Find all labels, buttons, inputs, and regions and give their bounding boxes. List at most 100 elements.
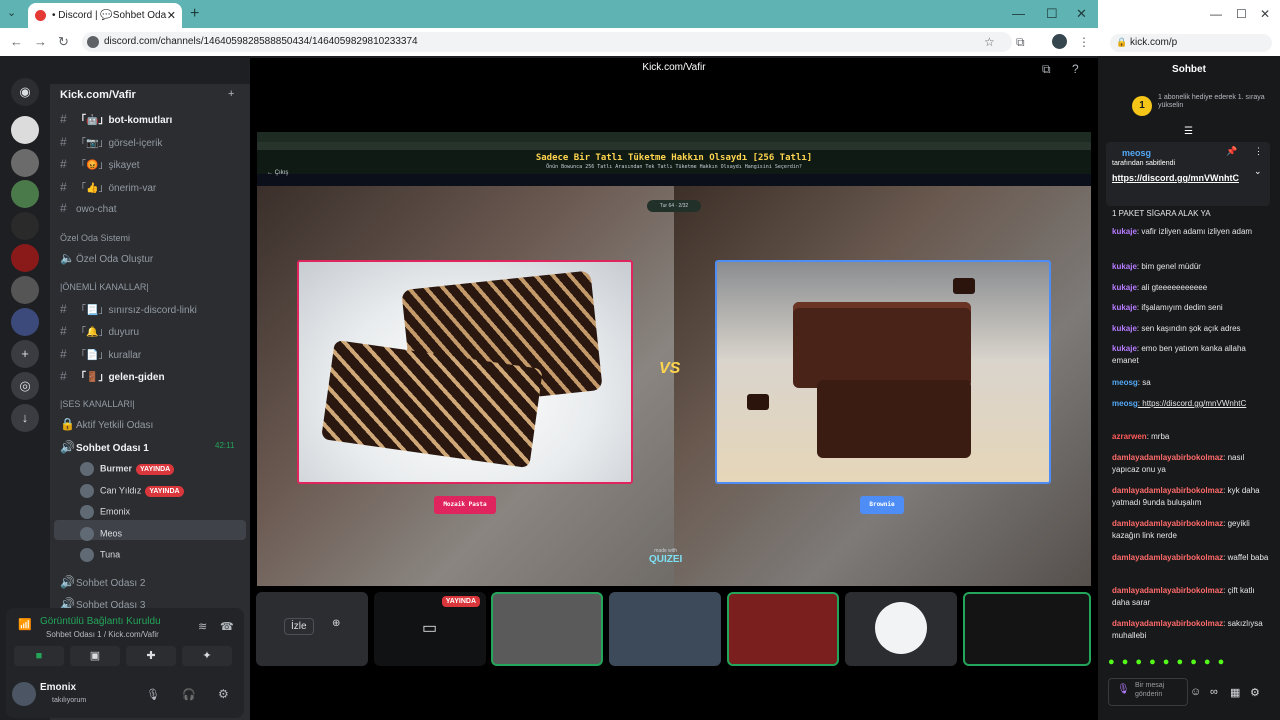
channel-create-room[interactable]: 🔈Özel Oda Oluştur: [60, 251, 153, 265]
pin-icon[interactable]: 📌: [1226, 146, 1237, 157]
channel-discord-linki[interactable]: # 「📃」sınırsız-discord-linki: [60, 301, 197, 316]
camera-tile[interactable]: [727, 592, 839, 666]
microphone-icon[interactable]: 🎙: [1117, 685, 1130, 695]
server-icon[interactable]: [11, 212, 39, 240]
disconnect-icon[interactable]: ☎: [220, 620, 234, 633]
watch-button[interactable]: İzle: [284, 618, 314, 635]
view-toggle-icon[interactable]: ⊕: [332, 618, 340, 629]
voice-user[interactable]: Meos: [80, 527, 122, 541]
reload-icon[interactable]: ↻: [58, 34, 69, 50]
server-icon[interactable]: [11, 116, 39, 144]
link-icon[interactable]: ∞: [1210, 686, 1218, 698]
maximize-icon[interactable]: ☐: [1046, 6, 1058, 22]
channel-gorsel-icerik[interactable]: # 「📷」görsel-içerik: [60, 134, 162, 149]
discord-favicon-icon: [35, 10, 46, 21]
emote-bar[interactable]: ● ● ● ● ● ● ● ● ●: [1108, 656, 1226, 668]
noise-suppression-icon[interactable]: ≋: [198, 620, 207, 633]
connection-channel[interactable]: Sohbet Odası 1 / Kick.com/Vafir: [46, 630, 159, 639]
camera-tile[interactable]: [609, 592, 721, 666]
channel-kurallar[interactable]: # 「📄」kurallar: [60, 346, 141, 361]
browser-menu-icon[interactable]: ⋮: [1078, 35, 1090, 49]
popout-icon[interactable]: ⧉: [1042, 62, 1051, 77]
minimize-icon[interactable]: —: [1210, 7, 1222, 21]
emoji-icon[interactable]: ☺: [1190, 686, 1201, 698]
gift-prompt[interactable]: 1 abonelik hediye ederek 1. sıraya yükse…: [1158, 94, 1268, 110]
close-window-icon[interactable]: ✕: [1076, 6, 1087, 22]
url-field[interactable]: discord.com/channels/1464059828588850434…: [82, 32, 1012, 52]
bookmark-star-icon[interactable]: ☆: [984, 35, 995, 49]
voice-channel-locked[interactable]: 🔒Aktif Yetkili Odası: [60, 417, 153, 431]
maximize-icon[interactable]: ☐: [1236, 7, 1247, 21]
quiz-back[interactable]: ← Çıkış: [267, 170, 288, 176]
text-channel-icon: #: [60, 135, 67, 149]
chat-input[interactable]: 🎙 Bir mesaj gönderin: [1108, 678, 1188, 706]
help-icon[interactable]: ?: [1072, 62, 1079, 76]
left-choice-label[interactable]: Mozaik Pasta: [434, 496, 496, 514]
channel-duyuru[interactable]: # 「🔔」duyuru: [60, 323, 139, 338]
voice-channel-2[interactable]: 🔊Sohbet Odası 2: [60, 575, 146, 589]
camera-tile[interactable]: [491, 592, 603, 666]
server-name[interactable]: Kick.com/Vafir: [60, 89, 136, 101]
settings-gear-icon[interactable]: ⚙: [218, 687, 229, 701]
category-private[interactable]: Özel Oda Sistemi: [60, 233, 130, 243]
kick-url-field[interactable]: 🔒 kick.com/p: [1110, 34, 1272, 52]
profile-avatar[interactable]: [1052, 34, 1067, 49]
voice-user[interactable]: Tuna: [80, 548, 120, 562]
close-tab-icon[interactable]: ✕: [167, 9, 176, 22]
channel-sikayet[interactable]: # 「😡」şikayet: [60, 156, 140, 171]
category-voice[interactable]: |SES KANALLARI|: [60, 399, 135, 409]
extensions-icon[interactable]: ⧉: [1016, 35, 1025, 50]
text-channel-icon: #: [60, 112, 67, 126]
category-important[interactable]: |ÖNEMLİ KANALLAR|: [60, 282, 149, 292]
screen-share-button[interactable]: ▣: [70, 646, 120, 666]
pinned-user[interactable]: meosg: [1122, 148, 1151, 158]
gift-icon[interactable]: ▦: [1230, 686, 1240, 699]
soundboard-button[interactable]: ✦: [182, 646, 232, 666]
microphone-icon[interactable]: 🎙: [146, 688, 160, 701]
channel-onerim-var[interactable]: # 「👍」önerim-var: [60, 179, 156, 194]
voice-user[interactable]: Can Yıldız YAYINDA: [80, 484, 184, 498]
voice-user[interactable]: Burmer YAYINDA: [80, 462, 175, 476]
channel-bot-komutlari[interactable]: # 「🤖」bot-komutları: [60, 111, 172, 126]
shared-screen[interactable]: Sadece Bir Tatlı Tüketme Hakkın Olsaydı …: [257, 132, 1091, 586]
browser-tab-discord[interactable]: • Discord | 💬Sohbet Oda ✕: [28, 3, 182, 28]
camera-tile[interactable]: [963, 592, 1091, 666]
forward-icon[interactable]: →: [34, 34, 47, 49]
chevron-down-icon[interactable]: ⌄: [1254, 166, 1262, 177]
back-icon[interactable]: ←: [10, 34, 23, 49]
stream-tile[interactable]: YAYINDA ▭: [374, 592, 486, 666]
more-icon[interactable]: ⋮: [1254, 146, 1263, 157]
new-tab-icon[interactable]: +: [190, 5, 199, 23]
channel-gelen-giden[interactable]: # 「🚪」gelen-giden: [60, 368, 165, 383]
direct-messages-icon[interactable]: ◉: [11, 78, 39, 106]
server-icon[interactable]: [11, 308, 39, 336]
server-icon[interactable]: [11, 244, 39, 272]
discover-icon[interactable]: ◎: [11, 372, 39, 400]
server-icon[interactable]: [11, 180, 39, 208]
right-choice-label[interactable]: Brownie: [860, 496, 904, 514]
activities-button[interactable]: ✚: [126, 646, 176, 666]
camera-button[interactable]: ■: [14, 646, 64, 666]
avatar-tile[interactable]: [845, 592, 957, 666]
server-icon[interactable]: [11, 149, 39, 177]
pinned-link[interactable]: https://discord.gg/mnVWnhtC: [1112, 172, 1242, 184]
close-window-icon[interactable]: ✕: [1260, 7, 1270, 21]
tab-search-icon[interactable]: ⌄: [7, 6, 16, 19]
minimize-icon[interactable]: —: [1012, 6, 1025, 21]
voice-channel-1[interactable]: 🔊Sohbet Odası 1: [60, 440, 149, 454]
server-icon[interactable]: [11, 276, 39, 304]
avatar[interactable]: [12, 682, 36, 706]
add-member-icon[interactable]: +: [228, 88, 234, 100]
voice-user[interactable]: Emonix: [80, 505, 130, 519]
headphones-icon[interactable]: 🎧: [182, 688, 196, 701]
filter-icon[interactable]: ☰: [1184, 126, 1193, 137]
site-info-icon[interactable]: [87, 36, 99, 48]
settings-gear-icon[interactable]: ⚙: [1250, 686, 1260, 699]
left-choice-image[interactable]: [297, 260, 633, 484]
right-choice-image[interactable]: [715, 260, 1051, 484]
channel-owo-chat[interactable]: # owo-chat: [60, 201, 117, 215]
avatar: [80, 484, 94, 498]
add-server-icon[interactable]: +: [11, 340, 39, 368]
download-icon[interactable]: ↓: [11, 404, 39, 432]
text-channel-icon: #: [60, 347, 67, 361]
